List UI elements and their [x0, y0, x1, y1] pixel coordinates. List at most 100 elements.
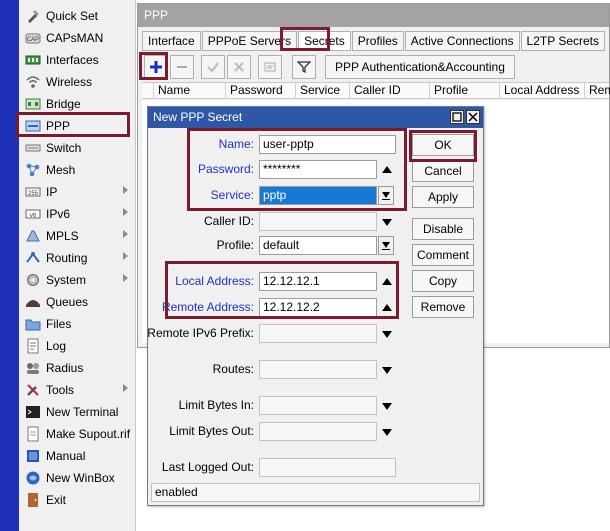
- ok-highlight-box: [409, 130, 477, 162]
- limit-bytes-out-field[interactable]: [259, 422, 377, 441]
- comment-button[interactable]: Comment: [412, 244, 474, 266]
- switch-icon: [25, 144, 41, 152]
- tab-profiles[interactable]: Profiles: [351, 31, 404, 51]
- sidebar-item-ipv6[interactable]: v6 IPv6: [19, 203, 136, 225]
- sidebar-item-interfaces[interactable]: Interfaces: [19, 49, 136, 71]
- sidebar-item-manual[interactable]: Manual: [19, 445, 136, 467]
- sidebar-item-system[interactable]: System: [19, 269, 136, 291]
- mpls-icon: [26, 230, 40, 242]
- maximize-button[interactable]: [450, 110, 464, 124]
- sidebar-item-label: Log: [46, 339, 67, 353]
- expand-arrow-icon[interactable]: [382, 403, 392, 410]
- submenu-arrow-icon: [123, 274, 128, 282]
- radius-icon: [27, 363, 39, 374]
- caller-id-field[interactable]: [259, 212, 377, 231]
- close-button[interactable]: [466, 110, 480, 124]
- routes-field[interactable]: [259, 360, 377, 379]
- sidebar-item-label: Make Supout.rif: [46, 427, 131, 441]
- sidebar-item-new-winbox[interactable]: New WinBox: [19, 467, 136, 489]
- sidebar-item-exit[interactable]: Exit: [19, 489, 136, 511]
- disable-button[interactable]: Disable: [412, 218, 474, 240]
- sidebar-item-log[interactable]: Log: [19, 335, 136, 357]
- wireless-icon: [26, 76, 40, 88]
- expand-arrow-icon[interactable]: [382, 331, 392, 338]
- svg-text:CAP: CAP: [27, 37, 39, 43]
- interfaces-icon: [25, 55, 41, 65]
- comment-button[interactable]: [258, 55, 282, 79]
- mesh-icon: [26, 163, 40, 177]
- column-header-name[interactable]: Name: [154, 83, 226, 99]
- sidebar-item-tools[interactable]: Tools: [19, 379, 136, 401]
- tab-l2tp-secrets[interactable]: L2TP Secrets: [520, 31, 605, 51]
- column-header-service[interactable]: Service: [296, 83, 350, 99]
- remote-ipv6-prefix-field[interactable]: [259, 324, 377, 343]
- sidebar-item-new-terminal[interactable]: New Terminal: [19, 401, 136, 423]
- note-icon: [264, 62, 276, 72]
- sidebar-item-capsman[interactable]: CAP CAPsMAN: [19, 27, 136, 49]
- ppp-auth-accounting-button[interactable]: PPP Authentication&Accounting: [325, 55, 515, 79]
- sidebar-item-routing[interactable]: Routing: [19, 247, 136, 269]
- column-header-password[interactable]: Password: [226, 83, 296, 99]
- sidebar-item-label: Files: [46, 317, 72, 331]
- secrets-table-header: Name Password Service Caller ID Profile …: [142, 82, 610, 99]
- column-header-local-address[interactable]: Local Address: [500, 83, 585, 99]
- sidebar-item-files[interactable]: Files: [19, 313, 136, 335]
- sidebar-item-queues[interactable]: Queues: [19, 291, 136, 313]
- supout-icon: [27, 426, 39, 442]
- files-icon: [25, 319, 41, 331]
- check-icon: [207, 62, 219, 73]
- column-header-profile[interactable]: Profile: [430, 83, 500, 99]
- expand-arrow-icon[interactable]: [382, 429, 392, 436]
- routing-icon: [26, 252, 40, 263]
- sidebar-item-mpls[interactable]: MPLS: [19, 225, 136, 247]
- expand-arrow-icon[interactable]: [382, 219, 392, 226]
- minus-icon: [177, 66, 187, 68]
- limit-bytes-out-row: Limit Bytes Out:: [148, 422, 485, 442]
- sidebar-item-make-supout[interactable]: Make Supout.rif: [19, 423, 136, 445]
- sidebar-item-ip[interactable]: 255 IP: [19, 181, 136, 203]
- profile-select[interactable]: default: [259, 236, 377, 255]
- routes-row: Routes:: [148, 360, 485, 380]
- apply-button[interactable]: Apply: [412, 186, 474, 208]
- sidebar-item-switch[interactable]: Switch: [19, 137, 136, 159]
- sidebar-item-label: Mesh: [46, 163, 76, 177]
- filter-button[interactable]: [292, 55, 316, 79]
- sidebar-item-quick-set[interactable]: Quick Set: [19, 5, 136, 27]
- limit-bytes-in-field[interactable]: [259, 396, 377, 415]
- column-header-caller-id[interactable]: Caller ID: [350, 83, 430, 99]
- sidebar-item-label: IP: [46, 185, 58, 199]
- enable-button[interactable]: [201, 55, 225, 79]
- sidebar-item-wireless[interactable]: Wireless: [19, 71, 136, 93]
- sidebar-item-radius[interactable]: Radius: [19, 357, 136, 379]
- caller-id-label: Caller ID:: [203, 214, 254, 228]
- remove-button[interactable]: [170, 55, 194, 79]
- cross-icon: [234, 62, 244, 72]
- sidebar-item-label: New WinBox: [46, 471, 115, 485]
- sidebar-item-mesh[interactable]: Mesh: [19, 159, 136, 181]
- bridge-icon: [25, 98, 41, 110]
- sidebar-item-label: CAPsMAN: [46, 31, 104, 45]
- sidebar-item-label: Switch: [46, 141, 82, 155]
- copy-button[interactable]: Copy: [412, 270, 474, 292]
- tools-icon: [27, 384, 39, 396]
- routes-label: Routes:: [212, 362, 254, 376]
- column-header-remote-address[interactable]: Remote Address: [585, 83, 610, 99]
- credentials-highlight-box: [187, 128, 407, 211]
- tab-active-connections[interactable]: Active Connections: [404, 31, 520, 51]
- capsman-icon: CAP: [25, 33, 41, 44]
- disable-button[interactable]: [227, 55, 251, 79]
- profile-label: Profile:: [216, 238, 254, 252]
- dialog-title: New PPP Secret: [148, 107, 483, 128]
- remove-button[interactable]: Remove: [412, 296, 474, 318]
- tab-interface[interactable]: Interface: [142, 31, 201, 51]
- queues-icon: [26, 300, 40, 307]
- svg-text:255: 255: [28, 191, 39, 197]
- svg-text:v6: v6: [30, 213, 37, 219]
- submenu-arrow-icon: [123, 230, 128, 238]
- exit-icon: [28, 493, 38, 507]
- cancel-button[interactable]: Cancel: [412, 160, 474, 182]
- profile-dropdown-button[interactable]: [378, 236, 394, 255]
- submenu-arrow-icon: [123, 186, 128, 194]
- sidebar: Quick Set CAP CAPsMAN Interfaces Wireles…: [19, 0, 136, 531]
- expand-arrow-icon[interactable]: [382, 367, 392, 374]
